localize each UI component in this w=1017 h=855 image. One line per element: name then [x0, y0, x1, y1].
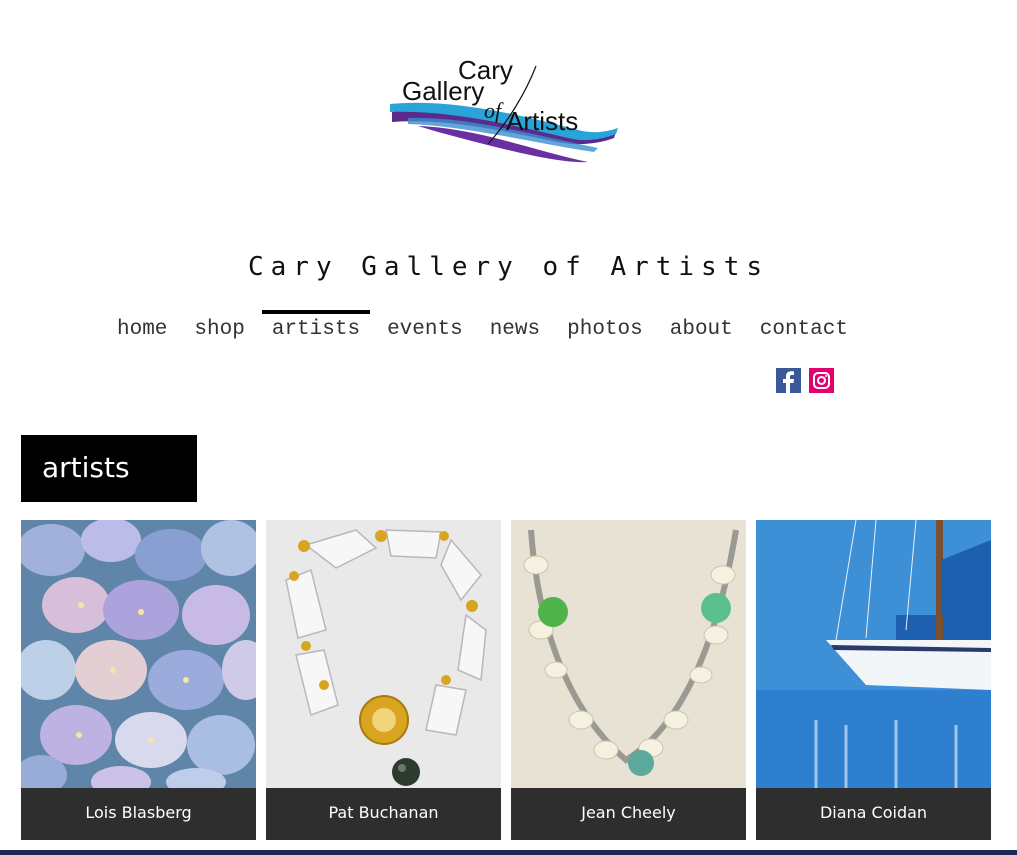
main-nav: home shop artists events news photos abo… [107, 310, 865, 350]
logo-text-of: of [484, 98, 504, 123]
artist-card[interactable]: Pat Buchanan [266, 520, 501, 840]
nav-item-contact[interactable]: contact [750, 310, 858, 341]
artist-card[interactable]: Diana Coidan [756, 520, 991, 840]
artist-name[interactable]: Lois Blasberg [21, 788, 256, 840]
nav-item-about[interactable]: about [660, 310, 743, 341]
nav-item-news[interactable]: news [480, 310, 550, 341]
artist-name[interactable]: Diana Coidan [756, 788, 991, 840]
artist-name[interactable]: Jean Cheely [511, 788, 746, 840]
nav-item-events[interactable]: events [377, 310, 473, 341]
nav-item-photos[interactable]: photos [557, 310, 653, 341]
site-title: Cary Gallery of Artists [247, 252, 770, 282]
logo-text-gallery: Gallery [402, 76, 484, 106]
artist-name[interactable]: Pat Buchanan [266, 788, 501, 840]
artist-card[interactable]: Jean Cheely [511, 520, 746, 840]
footer-strip [0, 850, 1017, 855]
nav-item-home[interactable]: home [107, 310, 177, 341]
nav-item-shop[interactable]: shop [184, 310, 254, 341]
artist-image-sailboat[interactable] [756, 520, 991, 788]
logo-text-artists: Artists [506, 106, 578, 136]
artist-image-bracelet[interactable] [266, 520, 501, 788]
social-bar [776, 368, 834, 393]
artist-grid: Lois Blasberg Pat Buchanan Jean Cheely D… [21, 520, 991, 840]
artist-card[interactable]: Lois Blasberg [21, 520, 256, 840]
section-header: artists [21, 435, 197, 502]
artist-image-hydrangea[interactable] [21, 520, 256, 788]
site-logo[interactable]: Cary Gallery of Artists [388, 52, 623, 174]
section-title: artists [42, 451, 130, 484]
artist-image-necklace[interactable] [511, 520, 746, 788]
instagram-icon[interactable] [809, 368, 834, 393]
nav-item-artists[interactable]: artists [261, 310, 371, 341]
facebook-icon[interactable] [776, 368, 801, 393]
